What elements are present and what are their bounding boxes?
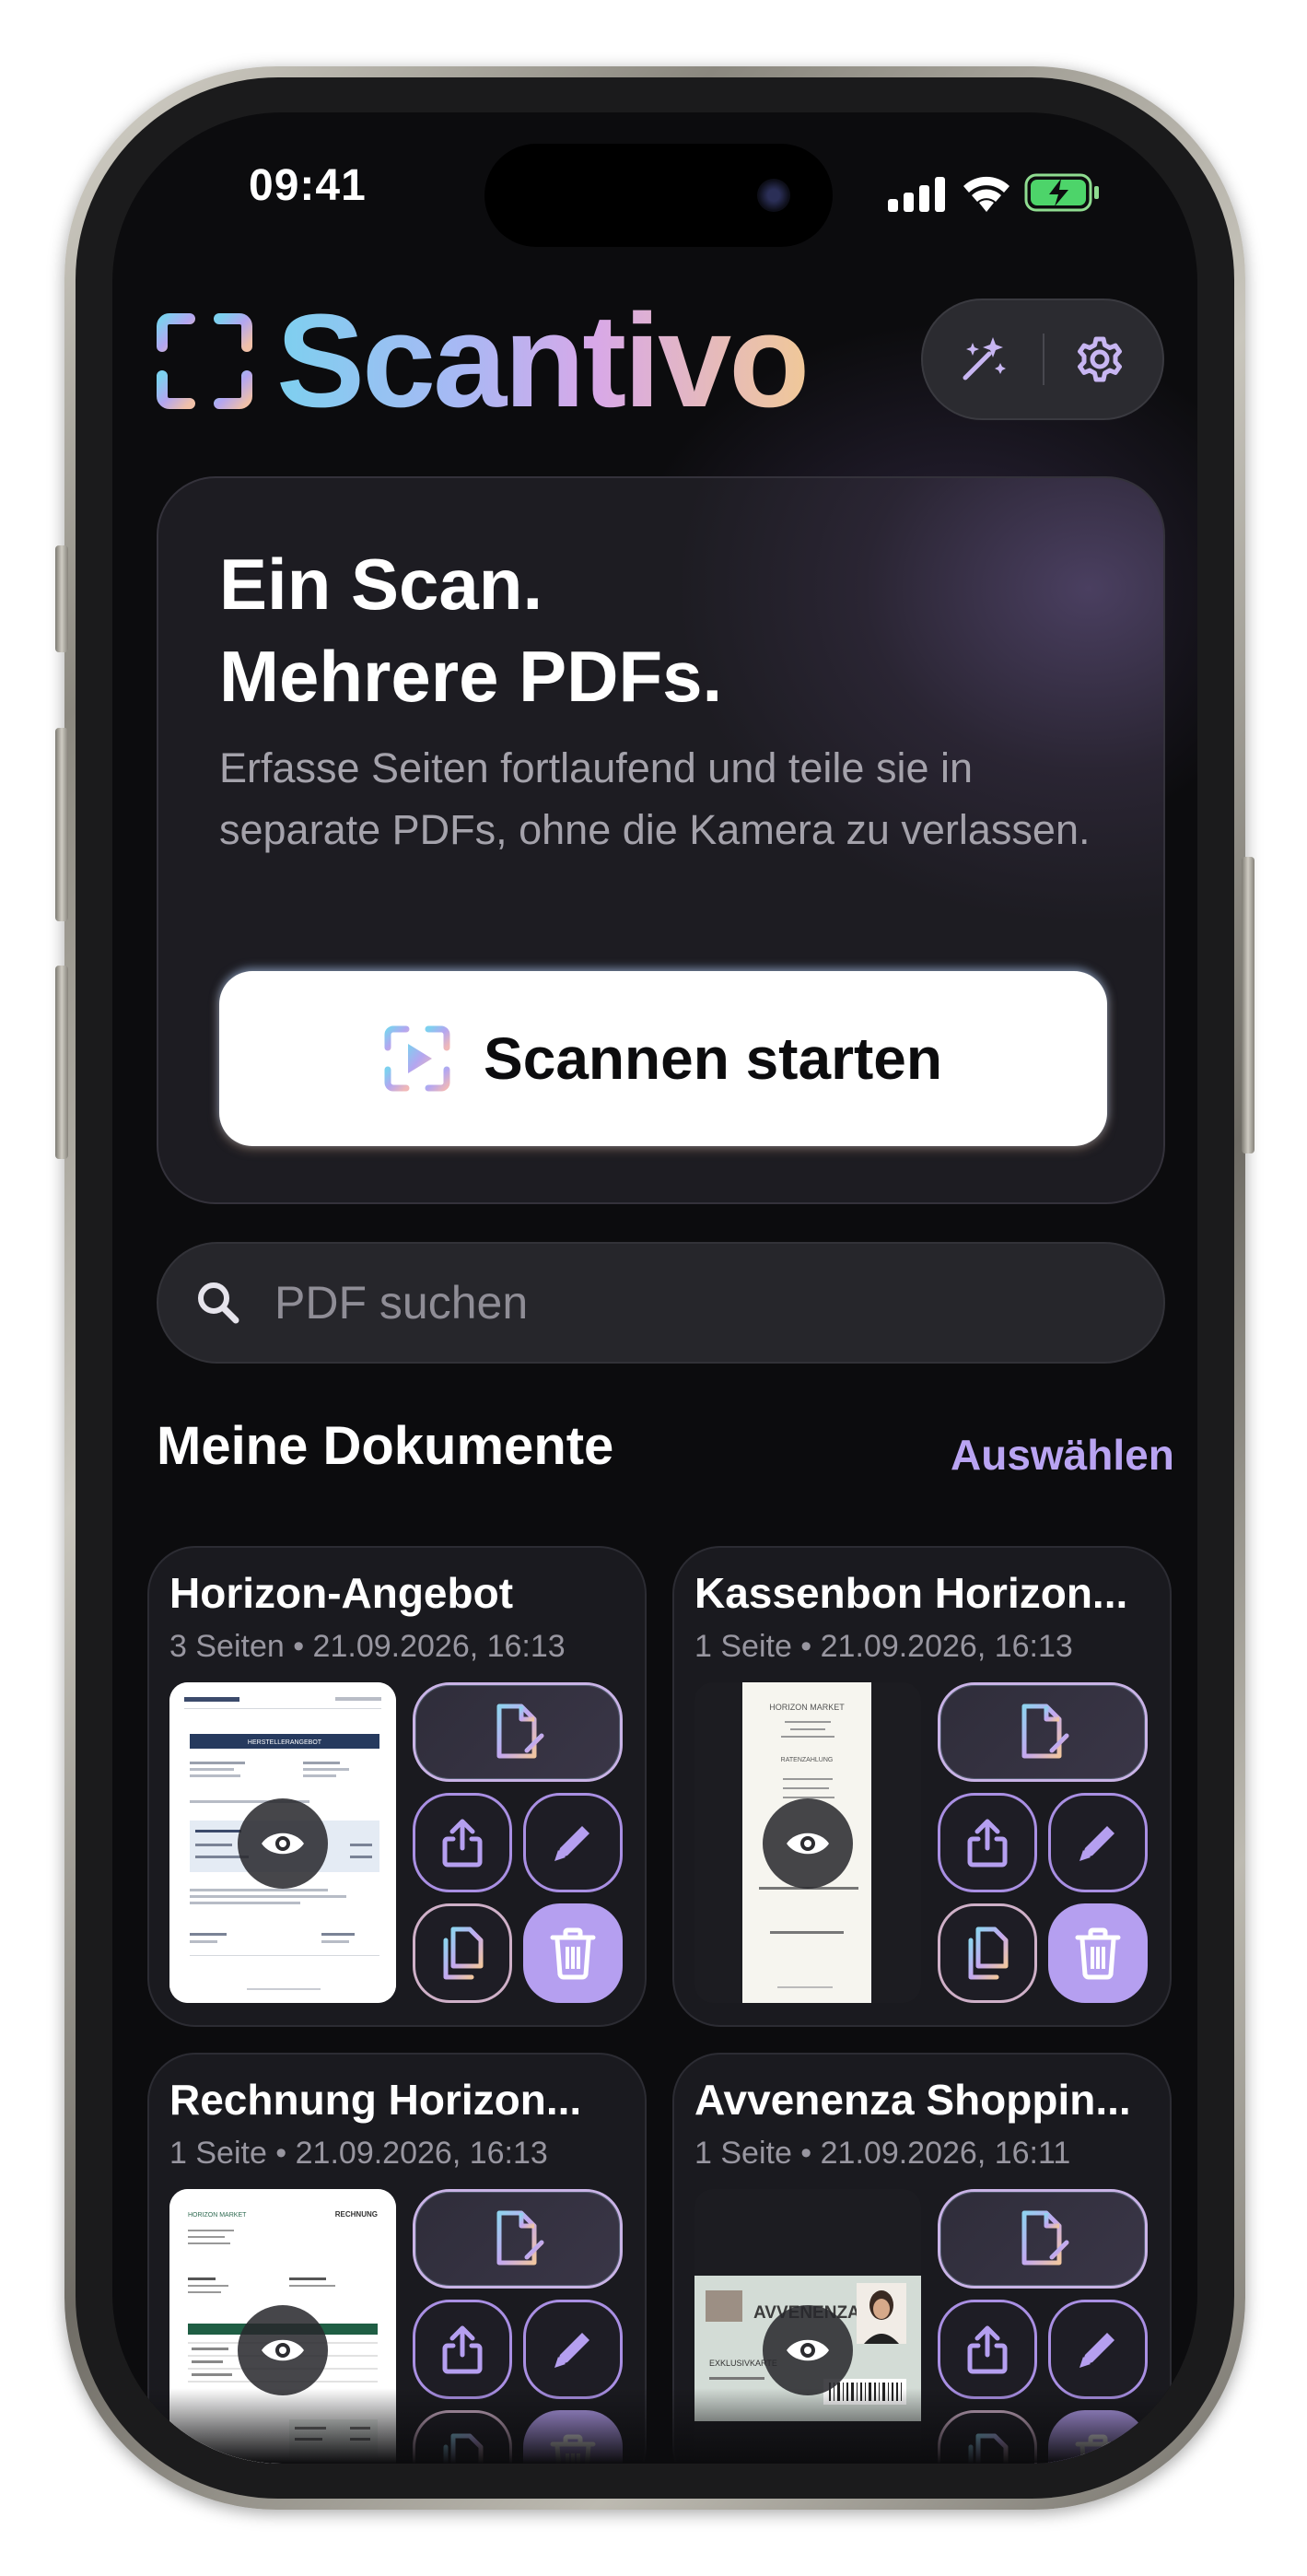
- search-input[interactable]: [273, 1275, 1105, 1330]
- duplicate-button[interactable]: [413, 1903, 512, 2003]
- extract-text-button[interactable]: [413, 2189, 623, 2289]
- pencil-icon: [1079, 1826, 1114, 1861]
- document-text-icon: [1021, 1704, 1069, 1759]
- document-title: Rechnung Horizon...: [169, 2076, 582, 2124]
- pill-divider: [1043, 334, 1044, 385]
- eye-icon: [787, 1832, 829, 1855]
- app-screen: 09:41 Scantivo Ein Scan. Mehrere PDFs. E…: [112, 112, 1197, 2464]
- start-scan-button[interactable]: Scannen starten: [219, 971, 1107, 1146]
- document-meta: 1 Seite • 21.09.2026, 16:13: [694, 1629, 1073, 1664]
- pencil-icon: [1079, 2333, 1114, 2368]
- hero-subtitle: Erfasse Seiten fortlaufend und teile sie…: [219, 744, 1091, 853]
- hero-title: Ein Scan. Mehrere PDFs.: [219, 538, 1048, 722]
- extract-text-button[interactable]: [938, 1682, 1148, 1782]
- eye-icon: [787, 2339, 829, 2361]
- invoice-heading: RECHNUNG: [335, 2210, 378, 2219]
- scroll-fade: [112, 2388, 1197, 2464]
- magic-button[interactable]: [938, 313, 1030, 405]
- document-title: Avvenenza Shoppin...: [694, 2076, 1131, 2124]
- hero-title-line-2: Mehrere PDFs.: [219, 636, 723, 717]
- search-bar[interactable]: [157, 1242, 1165, 1364]
- preview-button[interactable]: [238, 2305, 328, 2395]
- scan-frame-icon: [157, 313, 252, 409]
- app-logo: Scantivo: [157, 287, 810, 435]
- power-button: [1242, 857, 1254, 1153]
- rename-button[interactable]: [1048, 1793, 1148, 1892]
- receipt-subheading: RATENZAHLUNG: [781, 1757, 834, 1763]
- extract-text-button[interactable]: [413, 1682, 623, 1782]
- action-button: [55, 545, 68, 652]
- share-button[interactable]: [413, 1793, 512, 1892]
- share-icon: [442, 1819, 483, 1868]
- volume-down-button: [55, 966, 68, 1159]
- delete-button[interactable]: [523, 1903, 623, 2003]
- eye-icon: [262, 2339, 304, 2361]
- share-button[interactable]: [938, 1793, 1037, 1892]
- start-scan-label: Scannen starten: [484, 1025, 942, 1092]
- scan-play-icon: [384, 1025, 450, 1092]
- share-button[interactable]: [413, 2300, 512, 2399]
- offer-heading: HERSTELLERANGEBOT: [248, 1739, 322, 1746]
- documents-copy-icon: [968, 1926, 1009, 1980]
- app-name: Scantivo: [276, 287, 810, 435]
- documents-copy-icon: [443, 1926, 484, 1980]
- share-icon: [967, 2325, 1008, 2374]
- select-button[interactable]: Auswählen: [951, 1430, 1174, 1480]
- share-button[interactable]: [938, 2300, 1037, 2399]
- cellular-signal-icon: [888, 177, 945, 212]
- wifi-icon: [963, 176, 1009, 212]
- rename-button[interactable]: [523, 1793, 623, 1892]
- battery-charging-icon: [1024, 173, 1099, 212]
- document-text-icon: [1021, 2210, 1069, 2266]
- document-text-icon: [496, 1704, 544, 1759]
- share-icon: [967, 1819, 1008, 1868]
- rename-button[interactable]: [523, 2300, 623, 2399]
- gear-icon: [1078, 336, 1122, 382]
- hero-title-line-1: Ein Scan.: [219, 544, 543, 625]
- document-meta: 1 Seite • 21.09.2026, 16:13: [169, 2136, 548, 2171]
- invoice-brand: HORIZON MARKET: [188, 2212, 247, 2219]
- pencil-icon: [554, 1826, 589, 1861]
- document-title: Kassenbon Horizon...: [694, 1569, 1128, 1617]
- trash-icon: [1075, 1927, 1121, 1980]
- preview-button[interactable]: [763, 2305, 853, 2395]
- preview-button[interactable]: [763, 1798, 853, 1889]
- documents-section-title: Meine Dokumente: [157, 1416, 614, 1476]
- extract-text-button[interactable]: [938, 2189, 1148, 2289]
- volume-up-button: [55, 728, 68, 921]
- front-camera: [757, 179, 790, 212]
- settings-button[interactable]: [1054, 313, 1146, 405]
- preview-button[interactable]: [238, 1798, 328, 1889]
- document-meta: 1 Seite • 21.09.2026, 16:11: [694, 2136, 1071, 2171]
- eye-icon: [262, 1832, 304, 1855]
- receipt-heading: HORIZON MARKET: [769, 1703, 845, 1712]
- trash-icon: [550, 1927, 596, 1980]
- sparkle-wand-icon: [963, 337, 1006, 381]
- rename-button[interactable]: [1048, 2300, 1148, 2399]
- delete-button[interactable]: [1048, 1903, 1148, 2003]
- document-title: Horizon-Angebot: [169, 1569, 514, 1617]
- document-meta: 3 Seiten • 21.09.2026, 16:13: [169, 1629, 566, 1664]
- share-icon: [442, 2325, 483, 2374]
- status-time: 09:41: [249, 161, 367, 210]
- search-icon: [198, 1282, 239, 1324]
- pencil-icon: [554, 2333, 589, 2368]
- document-text-icon: [496, 2210, 544, 2266]
- duplicate-button[interactable]: [938, 1903, 1037, 2003]
